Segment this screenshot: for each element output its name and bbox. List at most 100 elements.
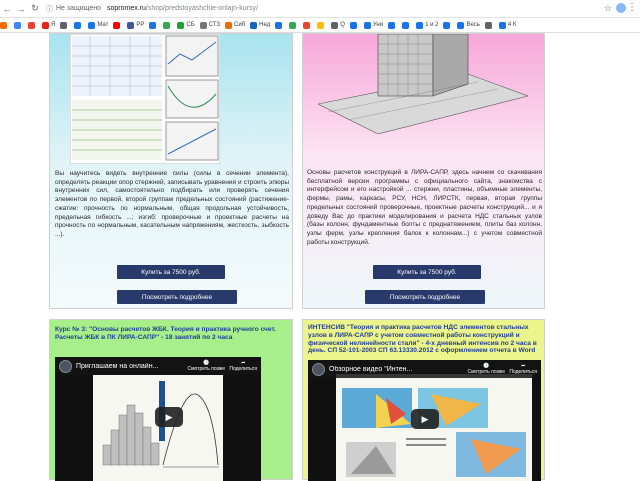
bookmark-favicon-icon bbox=[303, 21, 311, 29]
course-description-1: Вы научитесь видеть внутренние силы (сил… bbox=[55, 170, 289, 238]
bookmark-item[interactable] bbox=[484, 21, 494, 29]
course-image-2 bbox=[318, 34, 528, 134]
bookmark-favicon-icon bbox=[127, 21, 135, 29]
forward-icon[interactable]: → bbox=[14, 4, 28, 14]
bookmark-item[interactable] bbox=[402, 21, 411, 29]
bookmark-item[interactable]: Весь bbox=[457, 21, 480, 29]
url-path: /shop/predstoyashchie-onlajn-kursy/ bbox=[145, 5, 258, 12]
bookmark-item[interactable] bbox=[303, 21, 312, 29]
bookmark-favicon-icon bbox=[0, 21, 7, 29]
bookmark-favicon-icon bbox=[275, 21, 283, 29]
url-host: sopromex.ru bbox=[107, 5, 146, 12]
video-player-4[interactable]: Обзорное видео "Интен... 🕓 Смотреть позже… bbox=[308, 360, 541, 481]
bookmark-item[interactable]: 1 и 2 bbox=[416, 21, 438, 29]
bookmark-favicon-icon bbox=[363, 21, 371, 29]
bookmark-item[interactable] bbox=[74, 21, 83, 29]
bookmark-item[interactable]: Сиб bbox=[225, 21, 246, 29]
course-card-3: Курс № 3: "Основы расчетов ЖБК. Теория и… bbox=[49, 319, 293, 481]
bookmark-favicon-icon bbox=[289, 21, 297, 29]
bookmark-favicon-icon bbox=[402, 21, 410, 29]
bookmark-item[interactable]: Уни bbox=[363, 21, 383, 29]
course-card-1: Вы научитесь видеть внутренние силы (сил… bbox=[49, 33, 293, 309]
bookmark-label: СБ bbox=[186, 22, 195, 28]
bookmark-favicon-icon bbox=[42, 21, 49, 29]
course-title-4: ИНТЕНСИВ "Теория и практика расчетов НДС… bbox=[308, 324, 537, 355]
bookmark-item[interactable]: Я bbox=[42, 21, 56, 29]
channel-avatar-3[interactable] bbox=[59, 359, 72, 373]
bookmark-item[interactable] bbox=[289, 21, 298, 29]
bookmark-item[interactable] bbox=[443, 21, 452, 29]
info-icon[interactable]: ⓘ bbox=[46, 4, 53, 14]
bookmark-item[interactable] bbox=[0, 21, 9, 29]
url-field[interactable]: ⓘ Не защищено sopromex.ru/shop/predstoya… bbox=[46, 4, 258, 14]
bookmark-favicon-icon bbox=[88, 21, 96, 29]
bookmark-item[interactable] bbox=[275, 21, 284, 29]
play-icon: ▶ bbox=[165, 411, 173, 422]
video-thumbnail-3 bbox=[93, 375, 223, 481]
bookmark-item[interactable] bbox=[388, 21, 397, 29]
bookmark-item[interactable]: СТЗ bbox=[199, 21, 221, 29]
video-title-4[interactable]: Обзорное видео "Интен... bbox=[329, 366, 412, 373]
share-label-4: Поделиться bbox=[509, 369, 537, 375]
bookmark-item[interactable] bbox=[149, 21, 158, 29]
bookmark-item[interactable]: СБ bbox=[177, 21, 195, 29]
bookmark-item[interactable]: Q bbox=[331, 21, 345, 29]
page-content: Вы научитесь видеть внутренние силы (сил… bbox=[0, 33, 640, 481]
bookmark-favicon-icon bbox=[163, 21, 171, 29]
bookmark-favicon-icon bbox=[443, 21, 451, 29]
bookmark-item[interactable]: 4 К bbox=[498, 21, 517, 29]
bookmark-label: Весь bbox=[466, 22, 480, 28]
video-title-3[interactable]: Приглашаем на онлайн... bbox=[76, 363, 158, 370]
bookmark-item[interactable] bbox=[163, 21, 172, 29]
details-button-2[interactable]: Посмотреть подробнее bbox=[365, 290, 485, 304]
bookmark-label: Q bbox=[340, 22, 345, 28]
bookmark-favicon-icon bbox=[225, 21, 233, 29]
bookmark-favicon-icon bbox=[388, 21, 396, 29]
profile-avatar[interactable] bbox=[616, 3, 626, 13]
bookmark-favicon-icon bbox=[14, 21, 21, 29]
bookmark-favicon-icon bbox=[28, 21, 35, 29]
menu-icon[interactable]: ⋮ bbox=[627, 2, 637, 13]
share-4[interactable]: ➦ Поделиться bbox=[509, 363, 537, 375]
bookmark-item[interactable] bbox=[349, 21, 359, 29]
reload-icon[interactable]: ↻ bbox=[28, 3, 42, 14]
course-title-3: Курс № 3: "Основы расчетов ЖБК. Теория и… bbox=[55, 326, 276, 341]
bookmark-favicon-icon bbox=[349, 21, 357, 29]
bookmark-label: 4 К bbox=[507, 22, 517, 28]
bookmark-favicon-icon bbox=[74, 21, 82, 29]
play-button-3[interactable]: ▶ bbox=[155, 407, 183, 427]
bookmark-item[interactable] bbox=[60, 21, 69, 29]
bookmark-item[interactable] bbox=[317, 21, 326, 29]
bookmark-favicon-icon bbox=[60, 21, 68, 29]
bookmark-favicon-icon bbox=[250, 21, 258, 29]
back-icon[interactable]: ← bbox=[0, 4, 14, 14]
bookmark-item[interactable] bbox=[113, 21, 122, 29]
course-card-2: Основы расчетов конструкций в ЛИРА-САПР,… bbox=[302, 33, 545, 309]
bookmark-item[interactable] bbox=[14, 21, 23, 29]
bookmark-star-icon[interactable]: ☆ bbox=[604, 3, 612, 14]
bookmark-label: Мат bbox=[97, 22, 109, 28]
bookmark-favicon-icon bbox=[498, 21, 506, 29]
details-button-1[interactable]: Посмотреть подробнее bbox=[117, 290, 237, 304]
bookmark-label: СТЗ bbox=[208, 22, 221, 28]
bookmark-item[interactable]: РР bbox=[127, 21, 144, 29]
bookmark-item[interactable]: Нед bbox=[250, 21, 270, 29]
address-bar: ← → ↻ ⓘ Не защищено sopromex.ru/shop/pre… bbox=[0, 0, 640, 18]
play-button-4[interactable]: ▶ bbox=[411, 409, 439, 429]
bookmark-favicon-icon bbox=[113, 21, 121, 29]
course-image-1 bbox=[70, 34, 220, 164]
bookmark-favicon-icon bbox=[484, 21, 492, 29]
bookmark-favicon-icon bbox=[177, 21, 185, 29]
bookmark-label: Я bbox=[51, 22, 56, 28]
video-player-3[interactable]: Приглашаем на онлайн... 🕓 Смотреть позже … bbox=[55, 357, 261, 481]
channel-avatar-4[interactable] bbox=[312, 362, 325, 376]
watch-later-4[interactable]: 🕓 Смотреть позже bbox=[467, 363, 505, 375]
buy-button-1[interactable]: Купить за 7500 руб. bbox=[117, 265, 225, 279]
bookmark-favicon-icon bbox=[149, 21, 157, 29]
bookmark-label: Сиб bbox=[234, 22, 246, 28]
bookmark-item[interactable]: Мат bbox=[88, 21, 109, 29]
watch-later-3[interactable]: 🕓 Смотреть позже bbox=[187, 360, 225, 372]
bookmark-item[interactable] bbox=[28, 21, 37, 29]
share-3[interactable]: ➦ Поделиться bbox=[229, 360, 257, 372]
buy-button-2[interactable]: Купить за 7500 руб. bbox=[373, 265, 481, 279]
